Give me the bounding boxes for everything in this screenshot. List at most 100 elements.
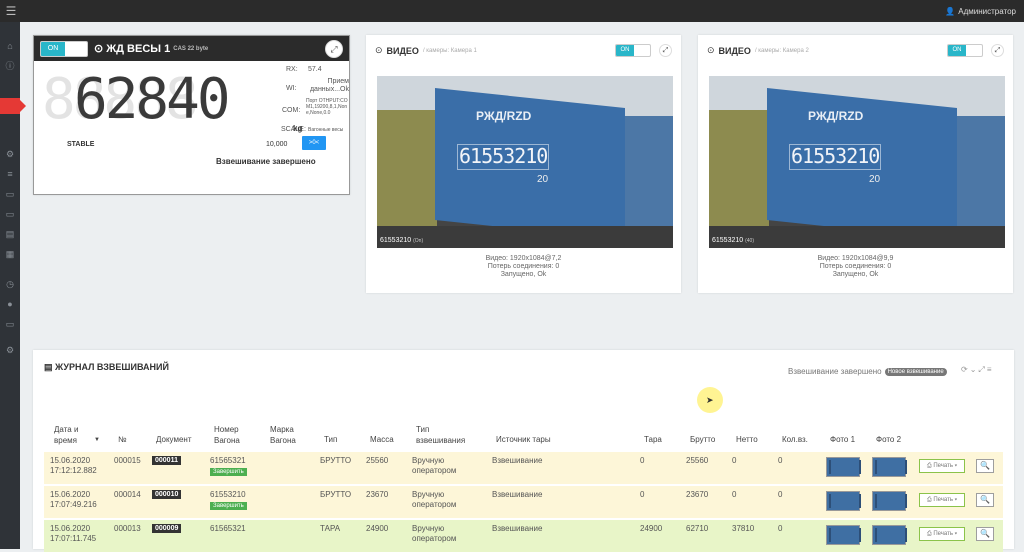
search-icon[interactable]: 🔍 xyxy=(976,459,994,473)
expand-icon[interactable]: ⤢ xyxy=(325,39,343,58)
video-frame[interactable]: РЖД/RZD 61553210 20 61553210 (40) xyxy=(709,76,1005,248)
scale-toggle[interactable]: ON xyxy=(40,40,88,57)
scale-title: ⊙ ЖД ВЕСЫ 1 CAS 22 byte xyxy=(94,42,209,56)
table-row[interactable]: 15.06.2020 17:07:49.216 000014 000010 61… xyxy=(44,486,1003,518)
wi-value: Прием данных...Ok xyxy=(309,78,349,93)
print-button[interactable]: ⎙ Печать ▾ xyxy=(919,459,965,473)
wagon-next xyxy=(625,116,673,226)
sidebar: ⌂ ⓘ ⚙ ≡ ▭ ▭ ▤ ▦ ◷ ● ▭ ⚙ xyxy=(0,22,26,549)
wagon-mark: 20 xyxy=(537,174,549,185)
video-frame[interactable]: РЖД/RZD 61553210 20 61553210 (On) xyxy=(377,76,673,248)
gear-icon[interactable]: ⚙ xyxy=(4,148,16,160)
print-button[interactable]: ⎙ Печать ▾ xyxy=(919,527,965,541)
photo-2-thumbnail[interactable] xyxy=(872,457,907,477)
stable-indicator: STABLE xyxy=(67,141,95,148)
power-icon: ⊙ xyxy=(375,45,383,55)
journal-title: ▤ ЖУРНАЛ ВЗВЕШИВАНИЙ xyxy=(44,362,169,372)
settings-icon[interactable]: ⚙ xyxy=(4,344,16,356)
column-header-photo-1[interactable]: Фото 1 xyxy=(830,434,855,445)
video-toggle[interactable]: ON xyxy=(615,44,651,57)
photo-2-thumbnail[interactable] xyxy=(872,525,907,545)
video-status: Видео: 1920x1084@9,9 Потерь соединения: … xyxy=(817,255,894,278)
expand-icon[interactable]: ⤢ xyxy=(991,44,1004,57)
document-icon[interactable]: ▤ xyxy=(4,228,16,240)
top-bar: ☰ 👤 Администратор xyxy=(0,0,1024,22)
column-header-count[interactable]: Кол.вз. xyxy=(782,434,808,445)
user-icon[interactable]: ● xyxy=(4,298,16,310)
column-header-photo-2[interactable]: Фото 2 xyxy=(876,434,901,445)
com-label: COM: xyxy=(282,107,301,114)
user-menu[interactable]: 👤 Администратор xyxy=(945,7,1016,16)
column-header-brutto[interactable]: Брутто xyxy=(690,434,715,445)
recognized-number: 61553210 (40) xyxy=(712,237,755,244)
rx-value: 57.4 xyxy=(308,66,322,73)
wagon-end xyxy=(709,110,769,230)
search-icon[interactable]: 🔍 xyxy=(976,527,994,541)
scale-label: SCALE: xyxy=(281,126,306,133)
wagon-next xyxy=(957,116,1005,226)
video-panel-2: ⊙ ВИДЕО / камеры: Камера 2 ON ⤢ РЖД/RZD … xyxy=(698,35,1013,293)
menu-icon[interactable]: ☰ xyxy=(4,4,18,18)
user-name: Администратор xyxy=(958,6,1016,16)
drive-icon[interactable]: ▭ xyxy=(4,188,16,200)
column-header-weighing-type[interactable]: Тип взвешивания xyxy=(416,424,476,446)
storage-icon[interactable]: ▭ xyxy=(4,318,16,330)
weighing-status: Взвешивание завершено xyxy=(216,157,316,166)
recognized-number: 61553210 (On) xyxy=(380,237,424,244)
info-icon[interactable]: ⓘ xyxy=(4,60,16,72)
search-icon[interactable]: 🔍 xyxy=(976,493,994,507)
scale-header: ON ⊙ ЖД ВЕСЫ 1 CAS 22 byte ⤢ xyxy=(34,36,349,61)
rzd-logo: РЖД/RZD xyxy=(476,109,532,123)
wagon-number: 61553210 xyxy=(791,144,880,168)
expand-icon[interactable]: ⤢ xyxy=(659,44,672,57)
column-header-wagon-number[interactable]: Номер Вагона xyxy=(214,424,256,446)
photo-2-thumbnail[interactable] xyxy=(872,491,907,511)
table-row[interactable]: 15.06.2020 17:07:11.745 000013 000009 61… xyxy=(44,520,1003,552)
document-badge[interactable]: 000011 xyxy=(152,456,181,465)
video-title: ВИДЕО xyxy=(386,45,419,56)
mouse-cursor-highlight: ➤ xyxy=(697,387,723,413)
photo-1-thumbnail[interactable] xyxy=(826,457,861,477)
journal-status: Взвешивание завершено Новое взвешивание xyxy=(788,367,947,376)
document-badge[interactable]: 000010 xyxy=(152,490,182,499)
table-icon: ▤ xyxy=(44,362,53,372)
photo-1-thumbnail[interactable] xyxy=(826,491,861,511)
video-toggle[interactable]: ON xyxy=(947,44,983,57)
video-header: ⊙ ВИДЕО / камеры: Камера 2 ON ⤢ xyxy=(698,35,1013,57)
cursor-icon: ➤ xyxy=(706,395,714,405)
zero-button[interactable]: >0< xyxy=(302,136,326,150)
clock-icon[interactable]: ◷ xyxy=(4,278,16,290)
video-status: Видео: 1920x1084@7,2 Потерь соединения: … xyxy=(485,255,562,278)
column-header-mass[interactable]: Масса xyxy=(370,434,394,445)
table-row[interactable]: 15.06.2020 17:12:12.882 000015 000011 61… xyxy=(44,452,1003,484)
print-button[interactable]: ⎙ Печать ▾ xyxy=(919,493,965,507)
video-subtitle: / камеры: Камера 2 xyxy=(754,47,809,54)
column-header-netto[interactable]: Нетто xyxy=(736,434,758,445)
weight-display: 62840 xyxy=(74,67,231,132)
column-header-number[interactable]: № xyxy=(118,434,127,445)
video-subtitle: / камеры: Камера 1 xyxy=(422,47,477,54)
column-header-document[interactable]: Документ xyxy=(156,434,192,445)
new-weighing-badge[interactable]: Новое взвешивание xyxy=(884,367,947,376)
menu-icon[interactable]: ≡ xyxy=(987,365,994,374)
expand-icon[interactable]: ⤢ xyxy=(978,365,986,374)
refresh-icon[interactable]: ⟳ xyxy=(961,365,970,374)
video-panel-1: ⊙ ВИДЕО / камеры: Камера 1 ON ⤢ РЖД/RZD … xyxy=(366,35,681,293)
database-icon[interactable]: ≡ xyxy=(4,168,16,180)
status-badge[interactable]: Завершить xyxy=(210,468,247,476)
column-header-type[interactable]: Тип xyxy=(324,434,337,445)
wagon-number: 61553210 xyxy=(459,144,548,168)
sidebar-item-active[interactable] xyxy=(0,98,26,114)
journal-tools: ⟳⌄⤢≡ xyxy=(961,365,993,375)
sort-icon[interactable]: ▼ xyxy=(94,435,100,446)
home-icon[interactable]: ⌂ xyxy=(4,40,16,52)
table-icon[interactable]: ▦ xyxy=(4,248,16,260)
status-badge[interactable]: Завершить xyxy=(210,502,247,510)
drive-icon-2[interactable]: ▭ xyxy=(4,208,16,220)
column-header-wagon-brand[interactable]: Марка Вагона xyxy=(270,424,312,446)
photo-1-thumbnail[interactable] xyxy=(826,525,861,545)
wi-label: WI: xyxy=(286,85,297,92)
document-badge[interactable]: 000009 xyxy=(152,524,182,533)
column-header-tara[interactable]: Тара xyxy=(644,434,662,445)
column-header-tara-source[interactable]: Источник тары xyxy=(496,434,551,445)
